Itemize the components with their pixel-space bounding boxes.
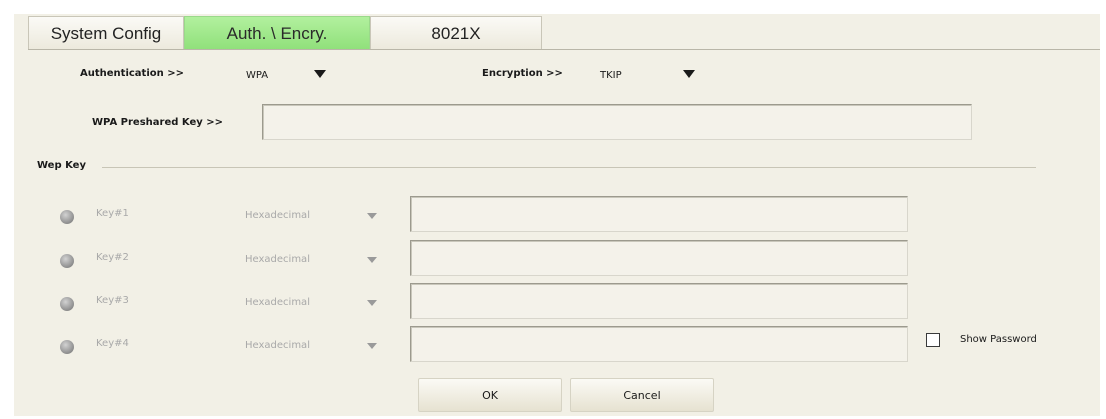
- tab-8021x[interactable]: 8021X: [370, 16, 542, 50]
- wpa-preshared-key-label: WPA Preshared Key >>: [92, 117, 223, 128]
- key3-format-dropdown-arrow-icon[interactable]: [367, 300, 377, 306]
- authentication-label: Authentication >>: [80, 68, 184, 79]
- show-password-label[interactable]: Show Password: [960, 334, 1037, 345]
- tab-divider: [28, 49, 1100, 50]
- key2-format-select[interactable]: Hexadecimal: [245, 254, 310, 265]
- authentication-select[interactable]: WPA: [246, 70, 268, 81]
- wep-key-group-label: Wep Key: [37, 160, 86, 171]
- tab-auth-encry[interactable]: Auth. \ Encry.: [184, 16, 370, 50]
- key4-radio[interactable]: [60, 340, 74, 354]
- show-password-checkbox[interactable]: [926, 333, 940, 347]
- cancel-button[interactable]: Cancel: [570, 378, 714, 412]
- wep-key-group-divider: [102, 167, 1036, 168]
- key1-format-dropdown-arrow-icon[interactable]: [367, 213, 377, 219]
- key1-input[interactable]: [410, 196, 908, 232]
- key1-radio[interactable]: [60, 210, 74, 224]
- encryption-select[interactable]: TKIP: [600, 70, 622, 81]
- key1-label: Key#1: [96, 208, 129, 219]
- key4-label: Key#4: [96, 338, 129, 349]
- key4-format-select[interactable]: Hexadecimal: [245, 340, 310, 351]
- key2-input[interactable]: [410, 240, 908, 276]
- encryption-label: Encryption >>: [482, 68, 563, 79]
- key1-format-select[interactable]: Hexadecimal: [245, 210, 310, 221]
- encryption-dropdown-arrow-icon[interactable]: [683, 70, 695, 78]
- key2-format-dropdown-arrow-icon[interactable]: [367, 257, 377, 263]
- key3-label: Key#3: [96, 295, 129, 306]
- key4-input[interactable]: [410, 326, 908, 362]
- key2-radio[interactable]: [60, 254, 74, 268]
- authentication-dropdown-arrow-icon[interactable]: [314, 70, 326, 78]
- wpa-preshared-key-input[interactable]: [262, 104, 972, 140]
- key2-label: Key#2: [96, 252, 129, 263]
- ok-button[interactable]: OK: [418, 378, 562, 412]
- key3-format-select[interactable]: Hexadecimal: [245, 297, 310, 308]
- key3-input[interactable]: [410, 283, 908, 319]
- key4-format-dropdown-arrow-icon[interactable]: [367, 343, 377, 349]
- tab-system-config[interactable]: System Config: [28, 16, 184, 50]
- key3-radio[interactable]: [60, 297, 74, 311]
